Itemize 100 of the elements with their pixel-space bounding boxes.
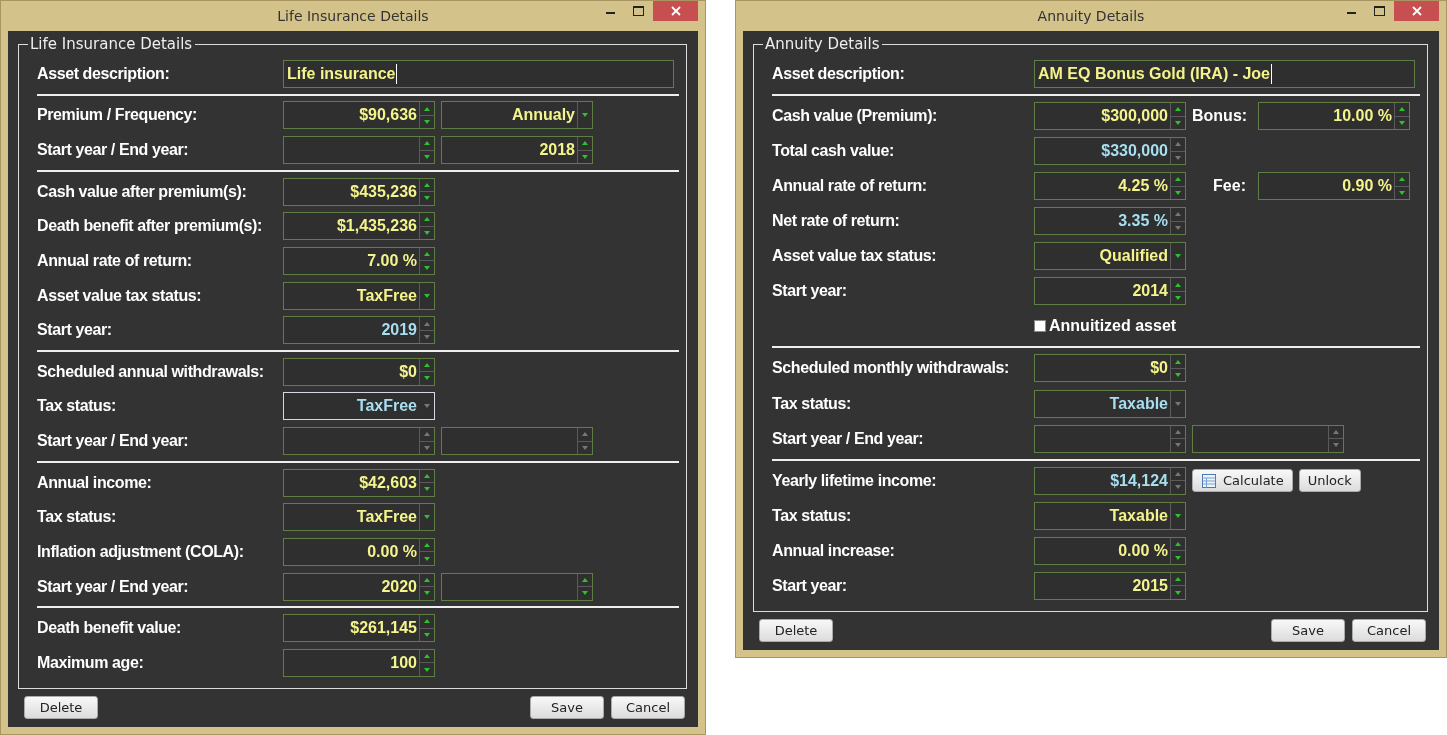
spin-field[interactable]	[283, 136, 435, 165]
spin-field[interactable]: 2015	[1034, 571, 1186, 600]
field-label: Yearly lifetime income:	[772, 471, 938, 490]
spin-field[interactable]: $261,145	[283, 614, 435, 643]
spin-field[interactable]	[441, 572, 593, 601]
field-label: Annual income:	[37, 473, 153, 492]
spin-field[interactable]: 2020	[283, 572, 435, 601]
spin-buttons[interactable]	[419, 573, 434, 600]
spin-buttons[interactable]	[1170, 278, 1185, 305]
field-label: Cash value (Premium):	[772, 107, 938, 126]
spin-field[interactable]: 0.90 %	[1258, 172, 1410, 201]
field-label: Start year / End year:	[37, 141, 190, 160]
dialog-button[interactable]: Save	[1271, 619, 1345, 642]
dropdown-field[interactable]: TaxFree	[283, 281, 435, 310]
spin-buttons[interactable]	[419, 615, 434, 642]
spin-buttons[interactable]	[1170, 355, 1185, 382]
spin-buttons[interactable]	[419, 358, 434, 385]
spin-field[interactable]: $0	[1034, 354, 1186, 383]
table-icon	[1201, 472, 1217, 489]
text-field[interactable]: Life insurance	[283, 60, 674, 88]
field-label: Maximum age:	[37, 653, 145, 672]
dropdown-field[interactable]: TaxFree	[283, 503, 435, 532]
field-label: Tax status:	[772, 506, 852, 525]
field-label: Start year:	[772, 576, 848, 595]
action-button[interactable]: Calculate	[1192, 469, 1293, 493]
spin-buttons[interactable]	[419, 137, 434, 164]
spin-field[interactable]: 0.00 %	[1034, 536, 1186, 565]
spin-buttons[interactable]	[419, 538, 434, 565]
spin-field[interactable]: 4.25 %	[1034, 172, 1186, 201]
field-label: Start year / End year:	[37, 432, 190, 451]
spin-buttons[interactable]	[577, 137, 592, 164]
field-label: Start year / End year:	[37, 577, 190, 596]
field-label: Annual increase:	[772, 541, 896, 560]
text-field[interactable]: AM EQ Bonus Gold (IRA) - Joe	[1034, 60, 1415, 88]
field-label: Tax status:	[772, 394, 852, 413]
field-label: Annual rate of return:	[772, 177, 928, 196]
spin-field[interactable]: 10.00 %	[1258, 102, 1410, 131]
field-label: Scheduled monthly withdrawals:	[772, 359, 1010, 378]
field-label: Annual rate of return:	[37, 251, 193, 270]
spin-buttons[interactable]	[1394, 173, 1409, 200]
field-label: Net rate of return:	[772, 212, 901, 231]
field-label: Asset value tax status:	[37, 286, 203, 305]
field-label: Tax status:	[37, 397, 117, 416]
field-label: Start year:	[772, 282, 848, 301]
dialog-button[interactable]: Delete	[24, 696, 98, 719]
spin-field[interactable]: 7.00 %	[283, 246, 435, 275]
spin-buttons[interactable]	[577, 573, 592, 600]
close-button[interactable]	[1394, 1, 1439, 21]
field-label: Start year / End year:	[772, 429, 925, 448]
field-label: Cash value after premium(s):	[37, 182, 248, 201]
spin-buttons[interactable]	[419, 213, 434, 240]
spin-field[interactable]: 2018	[441, 136, 593, 165]
spin-field[interactable]: $42,603	[283, 468, 435, 497]
dialog-button[interactable]: Cancel	[1352, 619, 1426, 642]
spin-buttons[interactable]	[419, 247, 434, 274]
field-label: Bonus:	[1192, 107, 1249, 126]
spin-field[interactable]: 100	[283, 648, 435, 677]
field-label: Total cash value:	[772, 142, 895, 161]
spin-buttons[interactable]	[1170, 173, 1185, 200]
spin-field[interactable]: $0	[283, 357, 435, 386]
spin-field[interactable]: $90,636	[283, 101, 435, 130]
spin-buttons[interactable]	[1394, 103, 1409, 130]
field-label: Fee:	[1212, 177, 1247, 196]
dialog-button[interactable]: Delete	[759, 619, 833, 642]
field-label: Inflation adjustment (COLA):	[37, 542, 245, 561]
spin-field[interactable]: $435,236	[283, 177, 435, 206]
dialog-button[interactable]: Save	[530, 696, 604, 719]
field-label: Premium / Frequency:	[37, 106, 199, 125]
group-title: Life Insurance Details	[29, 35, 194, 53]
dropdown-field[interactable]: Qualified	[1034, 242, 1186, 271]
field-label: Asset value tax status:	[772, 247, 938, 266]
spin-buttons[interactable]	[419, 469, 434, 496]
spin-field[interactable]: $300,000	[1034, 102, 1186, 131]
field-label: Scheduled annual withdrawals:	[37, 362, 265, 381]
spin-field[interactable]: 0.00 %	[283, 537, 435, 566]
spin-buttons[interactable]	[419, 102, 434, 129]
window-title: Annuity Details	[1036, 8, 1146, 24]
field-label: Start year:	[37, 321, 113, 340]
close-icon	[670, 6, 681, 16]
action-button[interactable]: Unlock	[1298, 469, 1361, 493]
spin-field[interactable]: $1,435,236	[283, 212, 435, 241]
spin-buttons[interactable]	[1170, 537, 1185, 564]
spin-field[interactable]: 2014	[1034, 277, 1186, 306]
field-label: Death benefit value:	[37, 619, 183, 638]
checkbox-label: Annuitized asset	[1049, 317, 1177, 336]
checkbox[interactable]	[1034, 320, 1046, 333]
spin-buttons[interactable]	[419, 649, 434, 676]
window-title: Life Insurance Details	[276, 8, 430, 24]
dialog-button[interactable]: Cancel	[611, 696, 685, 719]
dropdown-field[interactable]: Annualy	[441, 101, 593, 130]
spin-buttons[interactable]	[1170, 103, 1185, 130]
close-button[interactable]	[653, 1, 698, 21]
close-icon	[1411, 6, 1422, 16]
field-label: Tax status:	[37, 508, 117, 527]
field-label: Asset description:	[37, 65, 171, 83]
spin-buttons[interactable]	[419, 178, 434, 205]
field-label: Asset description:	[772, 65, 906, 83]
dropdown-field[interactable]: Taxable	[1034, 501, 1186, 530]
spin-buttons[interactable]	[1170, 572, 1185, 599]
field-label: Death benefit after premium(s):	[37, 217, 263, 236]
